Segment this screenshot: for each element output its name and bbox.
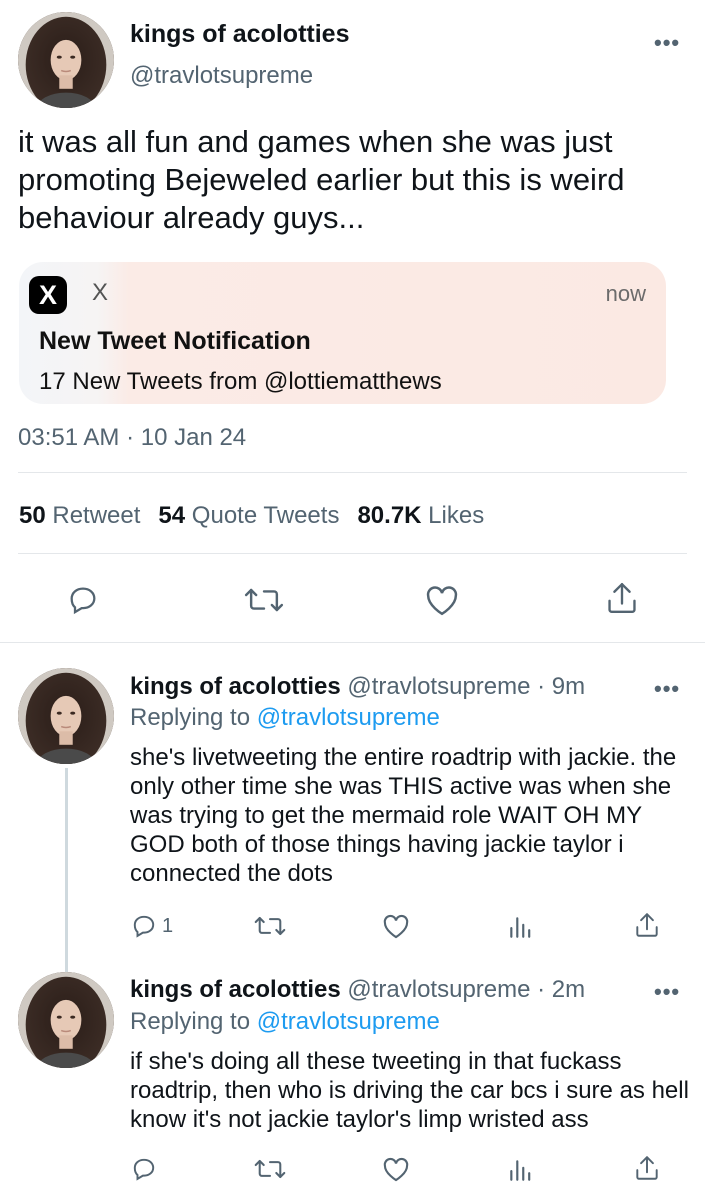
- thread-line: [65, 768, 68, 972]
- author-name[interactable]: kings of acolotties: [130, 976, 341, 1003]
- replying-to: Replying to @travlotsupreme: [130, 1008, 440, 1035]
- reply-icon[interactable]: [130, 1156, 162, 1182]
- retweet-icon[interactable]: [254, 914, 286, 938]
- notification-time: now: [605, 281, 646, 306]
- notification-app-name: X: [92, 279, 109, 306]
- replying-to-link[interactable]: @travlotsupreme: [257, 1008, 440, 1035]
- like-icon[interactable]: [424, 584, 460, 616]
- tweet-stats: 50 Retweet 54 Quote Tweets 80.7K Likes: [19, 502, 484, 530]
- reply-icon[interactable]: 1: [130, 913, 173, 939]
- like-icon[interactable]: [382, 1156, 410, 1182]
- reply-time[interactable]: · 2m: [537, 976, 585, 1003]
- author-name[interactable]: kings of acolotties: [130, 20, 349, 49]
- replying-to-link[interactable]: @travlotsupreme: [257, 704, 440, 731]
- share-icon[interactable]: [634, 1154, 660, 1182]
- reply-count: 1: [162, 914, 174, 937]
- reply-header: kings of acolotties @travlotsupreme · 9m: [130, 673, 585, 701]
- notification-body: 17 New Tweets from @lottiematthews: [39, 368, 442, 395]
- section-divider: [0, 642, 705, 643]
- share-icon[interactable]: [605, 580, 639, 616]
- likes-stat[interactable]: 80.7K Likes: [357, 502, 484, 529]
- tweet-timestamp[interactable]: 03:51 AM · 10 Jan 24: [18, 424, 246, 452]
- retweet-stat[interactable]: 50 Retweet: [19, 502, 140, 529]
- profile-photo: [18, 12, 114, 108]
- more-options-icon[interactable]: •••: [654, 979, 680, 1005]
- notification-card-image[interactable]: X X now New Tweet Notification 17 New Tw…: [19, 262, 666, 404]
- notification-title: New Tweet Notification: [39, 327, 311, 355]
- divider: [18, 553, 687, 554]
- avatar[interactable]: [18, 12, 114, 108]
- reply-time[interactable]: · 9m: [537, 673, 585, 700]
- analytics-icon[interactable]: [507, 1157, 533, 1183]
- author-name[interactable]: kings of acolotties: [130, 673, 341, 700]
- avatar[interactable]: [18, 972, 114, 1068]
- more-options-icon[interactable]: •••: [654, 30, 680, 56]
- avatar[interactable]: [18, 668, 114, 764]
- reply-icon[interactable]: [66, 584, 100, 616]
- analytics-icon[interactable]: [507, 914, 533, 940]
- profile-photo: [18, 972, 114, 1068]
- retweet-icon[interactable]: [254, 1157, 286, 1181]
- reply-header: kings of acolotties @travlotsupreme · 2m: [130, 976, 585, 1004]
- author-handle[interactable]: @travlotsupreme: [347, 673, 530, 700]
- like-icon[interactable]: [382, 913, 410, 939]
- retweet-icon[interactable]: [244, 585, 284, 615]
- author-handle[interactable]: @travlotsupreme: [347, 976, 530, 1003]
- tweet-text: it was all fun and games when she was ju…: [18, 124, 625, 235]
- reply-text: she's livetweeting the entire roadtrip w…: [130, 744, 677, 887]
- author-handle[interactable]: @travlotsupreme: [130, 62, 313, 90]
- quote-stat[interactable]: 54 Quote Tweets: [158, 502, 339, 529]
- reply-text: if she's doing all these tweeting in tha…: [130, 1048, 689, 1133]
- more-options-icon[interactable]: •••: [654, 676, 680, 702]
- x-logo-icon: X: [29, 276, 67, 314]
- replying-to: Replying to @travlotsupreme: [130, 704, 440, 731]
- divider: [18, 472, 687, 473]
- share-icon[interactable]: [634, 911, 660, 939]
- profile-photo: [18, 668, 114, 764]
